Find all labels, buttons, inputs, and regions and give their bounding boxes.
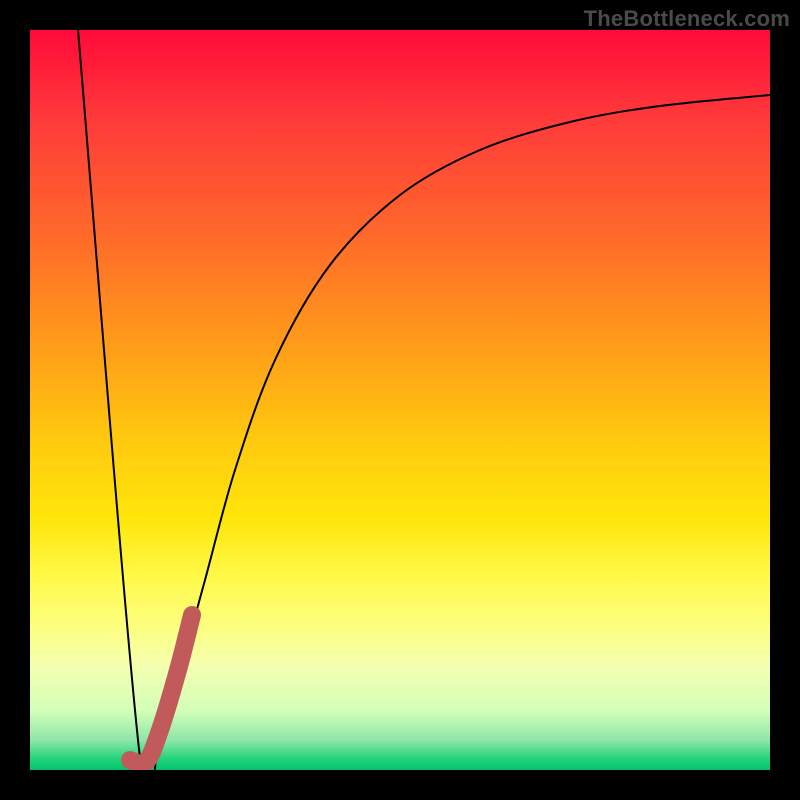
watermark-text: TheBottleneck.com <box>584 6 790 32</box>
plot-area <box>30 30 770 770</box>
thick-red-segment <box>130 615 192 764</box>
chart-frame: TheBottleneck.com <box>0 0 800 800</box>
curves-layer <box>30 30 770 770</box>
